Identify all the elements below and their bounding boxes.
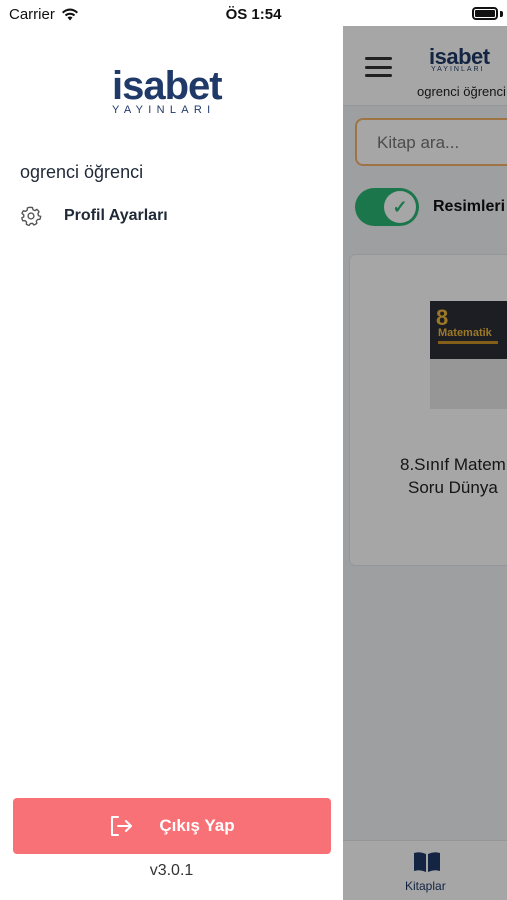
drawer-overlay[interactable] — [343, 26, 507, 900]
app-version: v3.0.1 — [149, 862, 194, 879]
gear-icon — [21, 206, 42, 227]
menu-item-label: Profil Ayarları — [64, 207, 168, 224]
side-drawer: isabet YAYINLARI ogrenci öğrenci Profil … — [0, 0, 343, 900]
status-time: ÖS 1:54 — [225, 6, 282, 23]
status-bar: Carrier ÖS 1:54 — [0, 0, 507, 28]
logout-button[interactable]: Çıkış Yap — [13, 798, 331, 854]
menu-item-profile-settings[interactable]: Profil Ayarları — [20, 202, 320, 230]
logout-label: Çıkış Yap — [159, 816, 235, 835]
brand-logo: isabet YAYINLARI — [112, 64, 236, 116]
battery-tip — [500, 11, 503, 17]
logout-icon — [111, 816, 133, 836]
user-name: ogrenci öğrenci — [20, 162, 144, 182]
logo-main-text: isabet — [112, 64, 223, 108]
battery-icon — [472, 7, 498, 20]
